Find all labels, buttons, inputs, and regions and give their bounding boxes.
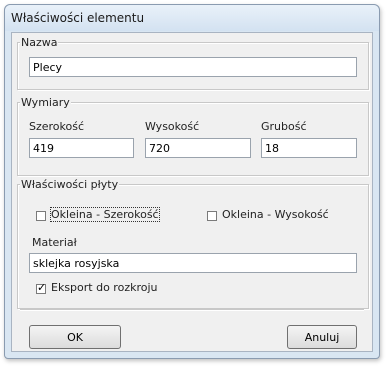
ok-button[interactable]: OK	[29, 325, 121, 349]
height-input[interactable]: 720	[145, 138, 251, 158]
edge-height-label[interactable]: Okleina - Wysokość	[222, 208, 329, 221]
board-properties-group-legend: Właściwości płyty	[20, 178, 120, 191]
export-label[interactable]: Eksport do rozkroju	[51, 281, 158, 294]
dialog-window: Właściwości elementu Nazwa Plecy Wymiary…	[4, 4, 380, 359]
material-label: Materiał	[32, 236, 77, 249]
cancel-button[interactable]: Anuluj	[287, 325, 357, 349]
checkmark-icon: ✓	[37, 281, 47, 294]
width-label: Szerokość	[29, 120, 85, 133]
edge-height-checkbox[interactable]	[207, 211, 217, 221]
material-input[interactable]: sklejka rosyjska	[29, 253, 357, 273]
title-bar[interactable]: Właściwości elementu	[5, 5, 379, 31]
bottom-separator	[20, 309, 364, 311]
name-input[interactable]: Plecy	[29, 57, 357, 77]
dimensions-group: Wymiary	[17, 96, 369, 176]
name-group-legend: Nazwa	[20, 36, 59, 49]
width-input[interactable]: 419	[29, 138, 134, 158]
edge-width-checkbox[interactable]	[36, 211, 46, 221]
dimensions-group-legend: Wymiary	[20, 96, 71, 109]
edge-width-label[interactable]: Okleina - Szerokość	[50, 207, 160, 222]
thickness-input[interactable]: 18	[261, 138, 357, 158]
thickness-label: Grubość	[261, 120, 307, 133]
window-title: Właściwości elementu	[11, 11, 145, 25]
height-label: Wysokość	[145, 120, 200, 133]
dialog-client-area: Nazwa Plecy Wymiary Szerokość Wysokość G…	[11, 32, 373, 352]
export-checkbox[interactable]: ✓	[36, 281, 47, 294]
